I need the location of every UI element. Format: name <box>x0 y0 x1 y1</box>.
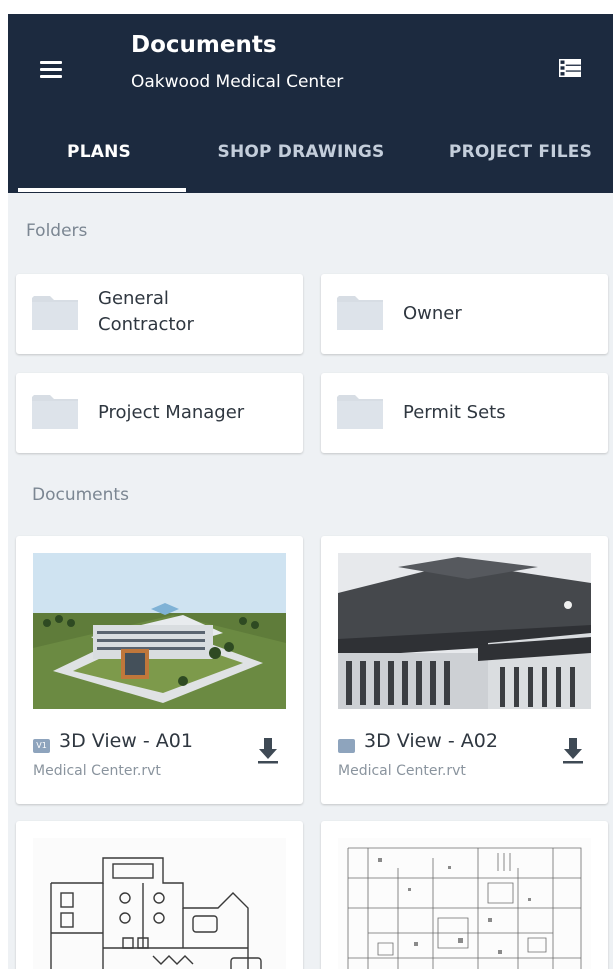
page-title: Documents <box>131 32 277 58</box>
folder-icon <box>32 395 78 429</box>
folder-permit-sets[interactable]: Permit Sets <box>321 373 608 453</box>
tab-shop-drawings[interactable]: SHOP DRAWINGS <box>201 132 401 193</box>
document-file-name: Medical Center.rvt <box>338 763 466 779</box>
folder-owner[interactable]: Owner <box>321 274 608 354</box>
document-card-3d-view-a01[interactable]: V1 3D View - A01 Medical Center.rvt <box>16 536 303 804</box>
document-thumbnail <box>33 553 286 709</box>
folder-icon <box>32 296 78 330</box>
tab-project-files[interactable]: PROJECT FILES <box>428 132 613 193</box>
folder-project-manager[interactable]: Project Manager <box>16 373 303 453</box>
folder-name: Owner <box>403 303 462 324</box>
document-card-3d-view-a02[interactable]: 3D View - A02 Medical Center.rvt <box>321 536 608 804</box>
active-tab-indicator <box>18 188 186 192</box>
folder-general-contractor[interactable]: General Contractor <box>16 274 303 354</box>
download-icon[interactable] <box>256 736 280 766</box>
app-header: Documents Oakwood Medical Center PLANS S… <box>8 14 613 193</box>
document-card-floor-plan[interactable] <box>16 821 303 969</box>
folder-icon <box>337 395 383 429</box>
tab-bar: PLANS SHOP DRAWINGS PROJECT FILES <box>8 132 613 193</box>
document-thumbnail <box>338 553 591 709</box>
document-file-name: Medical Center.rvt <box>33 763 161 779</box>
folder-icon <box>337 296 383 330</box>
document-card-floor-plan[interactable] <box>321 821 608 969</box>
folder-name: Project Manager <box>98 402 245 423</box>
project-name: Oakwood Medical Center <box>131 72 344 92</box>
folders-section-label: Folders <box>26 221 88 241</box>
document-name: 3D View - A01 <box>59 730 193 752</box>
document-thumbnail <box>33 838 286 969</box>
documents-section-label: Documents <box>32 485 129 505</box>
hamburger-menu-icon[interactable] <box>37 58 70 82</box>
file-version-badge: V1 <box>33 739 50 753</box>
folder-name: Permit Sets <box>403 402 506 423</box>
download-icon[interactable] <box>561 736 585 766</box>
document-thumbnail <box>338 838 591 969</box>
document-name: 3D View - A02 <box>364 730 498 752</box>
folder-name: General Contractor <box>98 288 194 335</box>
list-view-icon[interactable] <box>557 55 583 81</box>
documents-screen: Documents Oakwood Medical Center PLANS S… <box>8 14 613 969</box>
file-type-badge <box>338 739 355 753</box>
tab-plans[interactable]: PLANS <box>36 132 162 193</box>
